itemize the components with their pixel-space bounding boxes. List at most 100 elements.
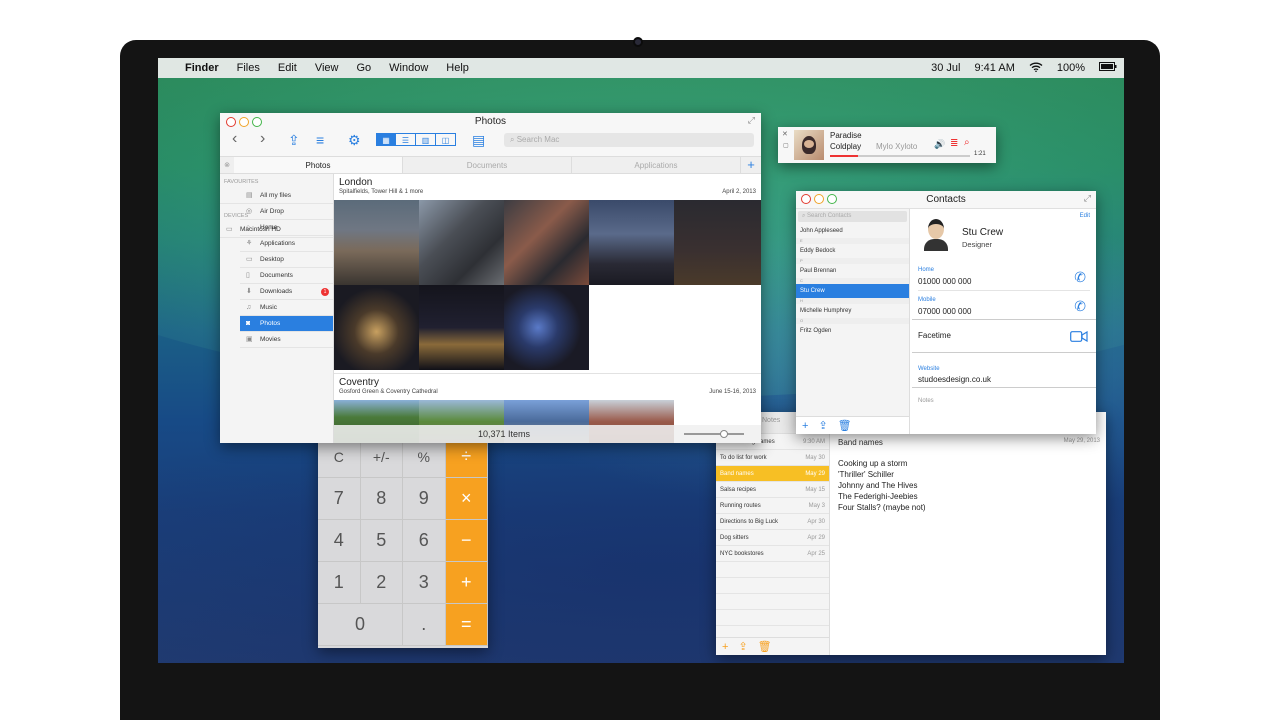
- mobile-number[interactable]: 07000 000 000: [918, 307, 971, 316]
- back-icon[interactable]: ‹: [232, 130, 237, 148]
- photo-thumbnail[interactable]: [504, 285, 589, 370]
- wifi-icon[interactable]: [1022, 62, 1050, 75]
- calc-key[interactable]: ×: [445, 478, 488, 520]
- photo-thumbnail[interactable]: [589, 200, 674, 285]
- album-subtitle[interactable]: Spitalfields, Tower Hill & 1 more: [339, 189, 423, 195]
- column-view-icon[interactable]: ▥: [416, 133, 436, 146]
- list-view-icon[interactable]: ☰: [396, 133, 416, 146]
- fullscreen-icon[interactable]: ⤢: [1084, 193, 1091, 204]
- contact-row[interactable]: Eddy Bedock: [796, 244, 909, 258]
- group-icon[interactable]: ▤: [472, 132, 485, 149]
- calc-key[interactable]: 4: [318, 520, 361, 562]
- zoom-slider[interactable]: [684, 430, 744, 438]
- delete-contact-icon[interactable]: 🗑: [838, 419, 852, 432]
- calc-key[interactable]: 3: [403, 562, 446, 604]
- new-tab-icon[interactable]: +: [741, 157, 761, 173]
- note-row[interactable]: Running routes May 3: [716, 498, 829, 514]
- menu-go[interactable]: Go: [347, 62, 380, 74]
- call-mobile-icon[interactable]: ✆: [1074, 298, 1086, 315]
- sidebar-item-applications[interactable]: ⚘ Applications: [240, 236, 333, 252]
- photo-thumbnail[interactable]: [334, 285, 419, 370]
- forward-icon[interactable]: ›: [260, 130, 265, 148]
- calc-key[interactable]: .: [403, 604, 446, 646]
- contact-row[interactable]: Paul Brennan: [796, 264, 909, 278]
- calc-key[interactable]: 0: [318, 604, 403, 646]
- playback-progress[interactable]: [830, 155, 970, 157]
- sidebar-item-photos[interactable]: ◙ Photos: [240, 316, 333, 332]
- search-field[interactable]: ⌕ Search Mac: [504, 133, 754, 147]
- sidebar-item-downloads[interactable]: ⬇ Downloads 1: [240, 284, 333, 300]
- menu-window[interactable]: Window: [380, 62, 437, 74]
- calc-key[interactable]: =: [445, 604, 488, 646]
- photo-thumbnail[interactable]: [504, 200, 589, 285]
- add-note-icon[interactable]: +: [722, 641, 728, 653]
- photo-thumbnail[interactable]: [419, 285, 504, 370]
- contact-row[interactable]: Michelle Humphrey: [796, 304, 909, 318]
- share-icon[interactable]: ⇪: [288, 132, 300, 149]
- calc-key[interactable]: 7: [318, 478, 361, 520]
- sidebar-item-label: Music: [260, 304, 277, 311]
- sidebar-item-desktop[interactable]: ▭ Desktop: [240, 252, 333, 268]
- note-row[interactable]: To do list for work May 30: [716, 450, 829, 466]
- photo-thumbnail[interactable]: [334, 200, 419, 285]
- photo-thumbnail[interactable]: [674, 200, 761, 285]
- calc-key[interactable]: 6: [403, 520, 446, 562]
- note-row[interactable]: Band names May 29: [716, 466, 829, 482]
- close-tab-icon[interactable]: ⊗: [220, 157, 234, 173]
- calc-key[interactable]: 1: [318, 562, 361, 604]
- menubar-time[interactable]: 9:41 AM: [968, 62, 1022, 74]
- expand-player-icon[interactable]: ▢: [783, 142, 789, 149]
- calc-key[interactable]: 5: [360, 520, 403, 562]
- tab-documents[interactable]: Documents: [403, 157, 572, 173]
- contact-row[interactable]: Stu Crew: [796, 284, 909, 298]
- menu-edit[interactable]: Edit: [269, 62, 306, 74]
- share-contact-icon[interactable]: ⇪: [818, 419, 827, 432]
- menu-finder[interactable]: Finder: [176, 62, 228, 74]
- share-icon[interactable]: ⇪: [738, 640, 747, 653]
- sidebar-item-movies[interactable]: ▣ Movies: [240, 332, 333, 348]
- website-link[interactable]: studoesdesign.co.uk: [918, 375, 991, 384]
- photo-thumbnail[interactable]: [419, 200, 504, 285]
- sidebar-item-music[interactable]: ♫ Music: [240, 300, 333, 316]
- sidebar-item-label: All my files: [260, 192, 292, 199]
- note-body[interactable]: Cooking up a storm 'Thriller' Schiller Joh…: [838, 458, 926, 513]
- calc-key[interactable]: 8: [360, 478, 403, 520]
- menu-view[interactable]: View: [306, 62, 348, 74]
- home-number[interactable]: 01000 000 000: [918, 277, 971, 286]
- sidebar-item-all-my-files[interactable]: ▤ All my files: [240, 188, 333, 204]
- album-subtitle[interactable]: Gosford Green & Coventry Cathedral: [339, 389, 438, 395]
- tab-photos[interactable]: Photos: [234, 157, 403, 173]
- call-home-icon[interactable]: ✆: [1074, 269, 1086, 286]
- cover-flow-icon[interactable]: ◫: [436, 133, 456, 146]
- contact-row[interactable]: John Appleseed: [796, 224, 909, 238]
- calc-key[interactable]: +: [445, 562, 488, 604]
- edit-button[interactable]: Edit: [1080, 213, 1090, 219]
- note-row[interactable]: Directions to Big Luck Apr 30: [716, 514, 829, 530]
- sidebar-item-documents[interactable]: ▯ Documents: [240, 268, 333, 284]
- search-icon[interactable]: ⌕: [964, 137, 970, 148]
- add-contact-icon[interactable]: +: [802, 420, 808, 432]
- fullscreen-icon[interactable]: ⤢: [748, 115, 755, 126]
- icon-view-icon[interactable]: ▦: [376, 133, 396, 146]
- menu-files[interactable]: Files: [228, 62, 269, 74]
- calc-key[interactable]: 9: [403, 478, 446, 520]
- playlist-icon[interactable]: ≣: [950, 138, 958, 149]
- close-player-icon[interactable]: ✕: [782, 130, 788, 138]
- note-row[interactable]: NYC bookstores Apr 25: [716, 546, 829, 562]
- action-gear-icon[interactable]: ⚙: [348, 132, 361, 149]
- menu-help[interactable]: Help: [437, 62, 478, 74]
- facetime-camera-icon[interactable]: [1070, 329, 1088, 347]
- calc-key[interactable]: 2: [360, 562, 403, 604]
- volume-icon[interactable]: 🔊: [934, 139, 945, 150]
- tab-applications[interactable]: Applications: [572, 157, 741, 173]
- note-row[interactable]: Dog sitters Apr 29: [716, 530, 829, 546]
- sidebar-item-macintosh-hd[interactable]: ▭ Macintosh HD: [220, 222, 333, 238]
- facetime-label[interactable]: Facetime: [918, 331, 951, 340]
- arrange-icon[interactable]: ≡: [316, 132, 324, 148]
- search-contacts-field[interactable]: ⌕ Search Contacts: [798, 211, 907, 222]
- contact-row[interactable]: Fritz Ogden: [796, 324, 909, 338]
- note-row[interactable]: Salsa recipes May 15: [716, 482, 829, 498]
- calc-key[interactable]: −: [445, 520, 488, 562]
- battery-icon[interactable]: [1092, 62, 1124, 74]
- trash-icon[interactable]: 🗑: [758, 640, 772, 653]
